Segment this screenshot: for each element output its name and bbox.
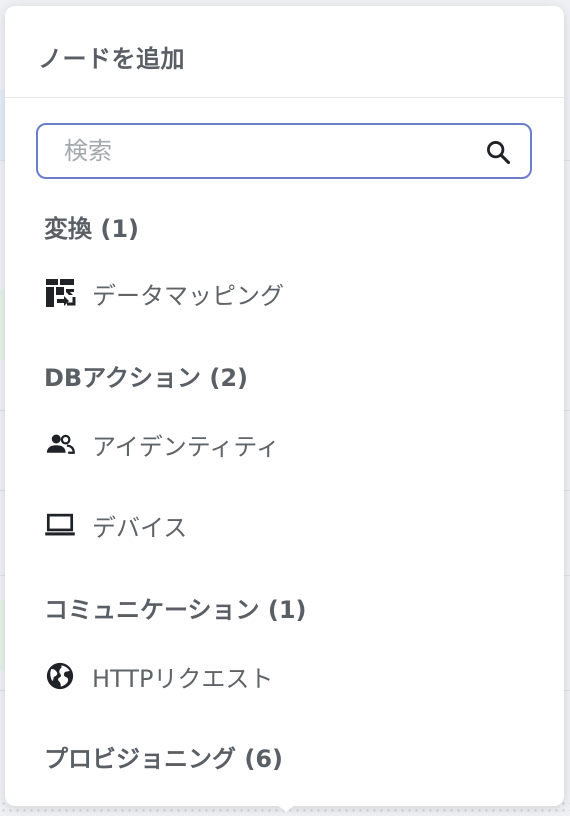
node-item-identity[interactable]: アイデンティティ xyxy=(5,414,564,474)
people-icon xyxy=(44,428,76,460)
node-item-label: デバイス xyxy=(92,513,188,542)
popover-title: ノードを追加 xyxy=(38,45,185,73)
add-node-popover: ノードを追加 変換 (1) データマッピング DBアクション (2) xyxy=(5,6,564,806)
section-header-transform: 変換 (1) xyxy=(44,215,139,243)
data-mapping-icon xyxy=(44,277,76,309)
node-item-label: データマッピング xyxy=(92,281,284,310)
popover-caret xyxy=(271,800,301,812)
node-item-label: HTTPリクエスト xyxy=(92,664,274,693)
search-icon[interactable] xyxy=(484,138,512,166)
globe-icon xyxy=(44,660,76,692)
node-item-http-request[interactable]: HTTPリクエスト xyxy=(5,646,564,706)
search-box[interactable] xyxy=(36,123,532,179)
search-input[interactable] xyxy=(38,125,478,177)
node-item-data-mapping[interactable]: データマッピング xyxy=(5,263,564,323)
popover-header: ノードを追加 xyxy=(5,6,564,98)
section-header-db-actions: DBアクション (2) xyxy=(44,364,249,392)
laptop-icon xyxy=(44,509,76,541)
section-header-communication: コミュニケーション (1) xyxy=(44,596,307,624)
node-item-device[interactable]: デバイス xyxy=(5,495,564,555)
node-item-label: アイデンティティ xyxy=(92,432,280,461)
section-header-provisioning: プロビジョニング (6) xyxy=(44,745,283,773)
